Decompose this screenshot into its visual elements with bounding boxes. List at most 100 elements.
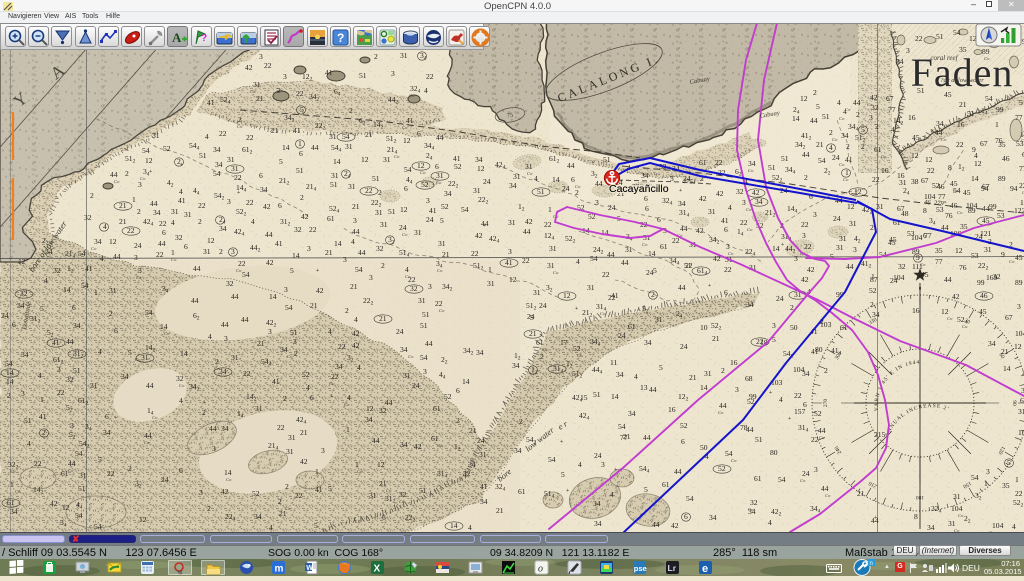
svg-text:54: 54 [953, 28, 961, 37]
svg-text:24: 24 [562, 184, 570, 193]
svg-text:1: 1 [315, 467, 319, 476]
svg-text:3: 3 [224, 334, 228, 343]
svg-text:12: 12 [563, 291, 571, 300]
svg-text:Co: Co [437, 443, 443, 448]
svg-text:180: 180 [916, 494, 925, 500]
svg-text:6: 6 [645, 204, 649, 213]
svg-text:4: 4 [578, 460, 582, 469]
svg-text:5: 5 [279, 157, 283, 166]
svg-text:90: 90 [1011, 400, 1017, 406]
svg-text:X: X [373, 564, 380, 575]
svg-text:12: 12 [361, 155, 369, 164]
svg-text:51: 51 [419, 486, 427, 495]
svg-text:31: 31 [414, 228, 422, 237]
svg-text:41: 41 [315, 485, 323, 494]
svg-text:34: 34 [400, 440, 408, 449]
svg-text:16: 16 [668, 405, 676, 414]
svg-text:44: 44 [818, 426, 826, 435]
svg-text:44: 44 [158, 239, 166, 248]
svg-text:3: 3 [601, 460, 605, 469]
svg-text:22: 22 [277, 423, 285, 432]
svg-text:22: 22 [740, 218, 748, 227]
svg-text:31: 31 [625, 245, 633, 254]
svg-text:12: 12 [366, 404, 374, 413]
svg-text:121: 121 [980, 229, 992, 238]
svg-text:+: + [114, 415, 117, 421]
svg-text:Co: Co [394, 154, 400, 159]
svg-text:22: 22 [331, 372, 339, 381]
svg-text:4: 4 [100, 254, 104, 263]
svg-text:21: 21 [857, 489, 865, 498]
svg-text:14: 14 [552, 175, 560, 184]
svg-text:31: 31 [708, 207, 716, 216]
svg-text:41: 41 [52, 338, 60, 347]
svg-text:3: 3 [802, 231, 806, 240]
svg-text:34: 34 [480, 497, 488, 506]
svg-text:3: 3 [1017, 302, 1021, 311]
svg-text:6: 6 [644, 194, 648, 203]
svg-text:24: 24 [426, 215, 434, 224]
svg-text:80: 80 [770, 448, 778, 457]
svg-text:1: 1 [995, 120, 999, 129]
svg-text:44: 44 [935, 128, 943, 137]
svg-text:21: 21 [379, 479, 387, 488]
svg-text:Co: Co [171, 257, 177, 262]
svg-text:+: + [180, 162, 183, 168]
svg-text:32: 32 [898, 262, 906, 271]
svg-text:22: 22 [956, 140, 964, 149]
svg-text:Co: Co [402, 232, 408, 237]
svg-text:6: 6 [724, 225, 728, 234]
svg-text:6: 6 [114, 326, 118, 335]
svg-text:?: ? [337, 31, 344, 45]
svg-text:2: 2 [125, 169, 129, 178]
svg-text:12: 12 [145, 156, 153, 165]
svg-text:54: 54 [285, 303, 293, 312]
svg-text:51: 51 [936, 32, 944, 41]
svg-text:5: 5 [1007, 458, 1011, 467]
svg-text:34: 34 [213, 145, 221, 154]
svg-text:44: 44 [352, 227, 360, 236]
svg-text:9: 9 [972, 145, 976, 154]
svg-text:31: 31 [438, 239, 446, 248]
svg-text:42: 42 [952, 292, 960, 301]
svg-text:44: 44 [144, 431, 152, 440]
svg-text:+: + [566, 488, 569, 494]
svg-text:12: 12 [417, 161, 425, 170]
svg-text:12: 12 [955, 246, 963, 255]
svg-text:42: 42 [807, 265, 815, 274]
svg-text:42: 42 [475, 231, 483, 240]
svg-text:54: 54 [81, 281, 89, 290]
svg-text:41: 41 [39, 412, 47, 421]
svg-text:52: 52 [869, 286, 877, 295]
svg-text:42: 42 [525, 217, 533, 226]
svg-text:8: 8 [914, 512, 918, 521]
svg-text:14: 14 [180, 349, 188, 358]
svg-text:2: 2 [7, 391, 11, 400]
svg-text:12: 12 [800, 94, 808, 103]
svg-text:2: 2 [651, 290, 655, 299]
svg-text:31: 31 [849, 219, 857, 228]
svg-text:42: 42 [266, 258, 274, 267]
svg-text:22: 22 [1015, 489, 1023, 498]
svg-text:54: 54 [971, 473, 979, 482]
svg-text:51: 51 [822, 112, 830, 121]
svg-text:14: 14 [648, 249, 656, 258]
svg-text:77: 77 [1019, 164, 1024, 173]
svg-text:5: 5 [440, 216, 444, 225]
svg-text:31: 31 [547, 261, 555, 270]
svg-text:34: 34 [221, 424, 229, 433]
svg-text:41: 41 [293, 126, 301, 135]
svg-text:22: 22 [426, 72, 434, 81]
svg-text:48: 48 [901, 209, 909, 218]
svg-text:4: 4 [829, 143, 833, 152]
svg-text:52: 52 [932, 181, 940, 190]
svg-text:Co: Co [941, 137, 947, 142]
svg-text:51: 51 [372, 174, 380, 183]
svg-text:6: 6 [657, 215, 661, 224]
svg-text:+: + [679, 188, 682, 194]
svg-text:54: 54 [355, 265, 363, 274]
svg-text:34: 34 [94, 237, 102, 246]
svg-text:3: 3 [726, 242, 730, 251]
svg-text:45: 45 [1015, 253, 1023, 262]
svg-text:68: 68 [745, 374, 753, 383]
